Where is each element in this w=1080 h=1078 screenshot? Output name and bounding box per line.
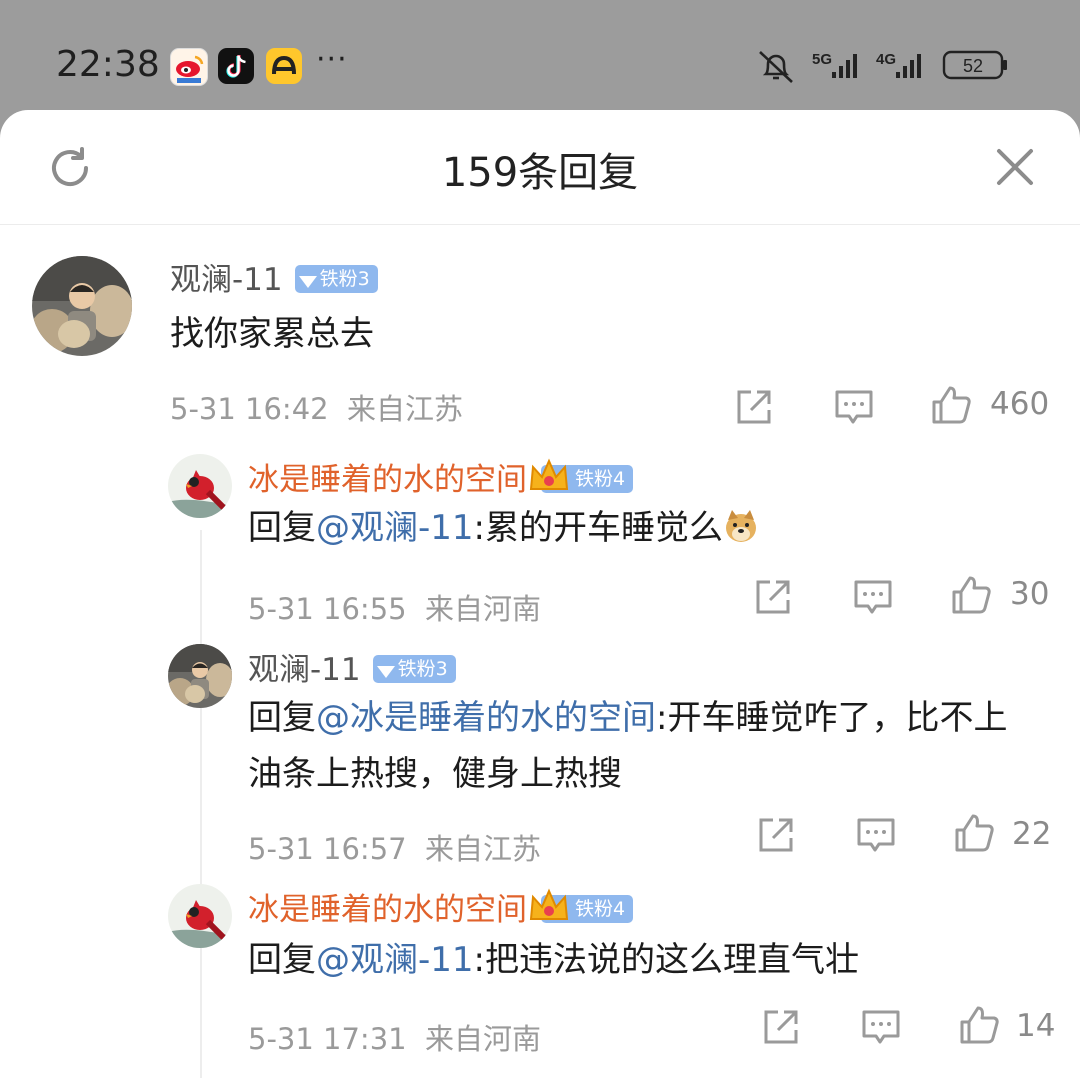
share-icon[interactable] (752, 576, 794, 618)
reply-time: 5-31 17:31 (248, 1022, 407, 1056)
tiktok-app-icon (218, 48, 254, 84)
weibo-app-icon (170, 48, 208, 86)
reply-meta: 5-31 17:31 来自河南 (248, 1016, 541, 1058)
doge-emoji-icon (726, 510, 757, 542)
thumbs-up-icon[interactable] (953, 812, 995, 854)
fan-badge: 铁粉3 (372, 654, 456, 683)
comment-location: 来自江苏 (347, 392, 464, 426)
thumbs-up-icon[interactable] (950, 574, 992, 616)
diamond-icon (376, 665, 395, 678)
status-icons: 5G 4G 52 (759, 50, 1007, 83)
share-icon[interactable] (733, 386, 775, 428)
reply-text: 回复@观澜-11:把违法说的这么理直气壮 (248, 932, 859, 988)
thumbs-up-icon[interactable] (930, 384, 972, 426)
reply-author[interactable]: 观澜-11 铁粉3 (248, 644, 456, 689)
mention-link[interactable]: @观澜-11 (316, 940, 474, 980)
app-icon-yellow (266, 48, 302, 84)
avatar[interactable] (168, 454, 232, 518)
avatar[interactable] (168, 884, 232, 948)
reply-time: 5-31 16:57 (248, 832, 407, 866)
fan-badge: 铁粉4 (529, 458, 634, 493)
crown-icon (529, 458, 569, 490)
like-count: 14 (1016, 1008, 1056, 1044)
reply-body: :把违法说的这么理直气壮 (473, 940, 860, 980)
reply-location: 来自河南 (425, 1022, 542, 1056)
reply-meta: 5-31 16:57 来自江苏 (248, 826, 541, 868)
sheet-header: 159条回复 (0, 110, 1080, 225)
mute-bell-icon (759, 51, 793, 83)
network-5g-label: 5G (812, 51, 832, 68)
author-name[interactable]: 观澜-11 (248, 652, 361, 688)
status-time: 22:38 (56, 44, 160, 85)
comment-meta: 5-31 16:42 来自江苏 (170, 386, 463, 428)
author-name[interactable]: 观澜-11 (170, 262, 283, 298)
sheet-title: 159条回复 (441, 150, 639, 196)
reply-time: 5-31 16:55 (248, 592, 407, 626)
status-bar: 22:38 ··· 5G 4G 52 (0, 0, 1080, 110)
author-name[interactable]: 冰是睡着的水的空间 (248, 462, 527, 498)
reply-author[interactable]: 冰是睡着的水的空间 铁粉4 (248, 454, 634, 499)
like-count: 460 (990, 386, 1050, 422)
like-count: 22 (1012, 816, 1052, 852)
fan-badge: 铁粉4 (529, 888, 634, 923)
battery-icon: 52 (942, 50, 1007, 80)
badge-label: 铁粉3 (319, 267, 370, 290)
reply-text: 回复@冰是睡着的水的空间:开车睡觉咋了，比不上油条上热搜，健身上热搜 (248, 690, 1038, 802)
avatar[interactable] (32, 256, 132, 356)
share-icon[interactable] (755, 814, 797, 856)
fan-badge: 铁粉3 (294, 264, 378, 293)
avatar[interactable] (168, 644, 232, 708)
comment-time: 5-31 16:42 (170, 392, 329, 426)
thumbs-up-icon[interactable] (958, 1004, 1000, 1046)
mention-link[interactable]: @冰是睡着的水的空间 (316, 698, 656, 738)
reply-meta: 5-31 16:55 来自河南 (248, 586, 541, 628)
reply-author[interactable]: 冰是睡着的水的空间 铁粉4 (248, 884, 634, 929)
reply-prefix: 回复 (248, 508, 316, 548)
like-count: 30 (1010, 576, 1050, 612)
more-notifications-icon: ··· (316, 42, 348, 77)
reply-location: 来自河南 (425, 592, 542, 626)
crown-icon (529, 888, 569, 920)
comment-author[interactable]: 观澜-11 铁粉3 (170, 254, 378, 299)
reply-prefix: 回复 (248, 698, 316, 738)
battery-level: 52 (963, 56, 983, 76)
share-icon[interactable] (760, 1006, 802, 1048)
badge-label: 铁粉3 (397, 657, 448, 680)
mention-link[interactable]: @观澜-11 (316, 508, 474, 548)
comment-icon[interactable] (852, 576, 894, 618)
network-4g-label: 4G (876, 51, 896, 68)
reply-prefix: 回复 (248, 940, 316, 980)
badge-label: 铁粉4 (575, 467, 626, 490)
comment-icon[interactable] (833, 386, 875, 428)
reply-location: 来自江苏 (425, 832, 542, 866)
badge-label: 铁粉4 (575, 897, 626, 920)
diamond-icon (298, 275, 317, 288)
close-icon[interactable] (994, 146, 1036, 188)
comment-icon[interactable] (855, 814, 897, 856)
comment-icon[interactable] (860, 1006, 902, 1048)
comment-text: 找你家累总去 (170, 314, 374, 354)
author-name[interactable]: 冰是睡着的水的空间 (248, 892, 527, 928)
replies-sheet: 159条回复 观澜-11 铁粉3 找你家累总去 5-31 16:42 来自江苏 (0, 110, 1080, 1078)
thread-divider-line (200, 530, 202, 1078)
reply-text: 回复@观澜-11:累的开车睡觉么 (248, 500, 759, 556)
reply-body: :累的开车睡觉么 (473, 508, 724, 548)
